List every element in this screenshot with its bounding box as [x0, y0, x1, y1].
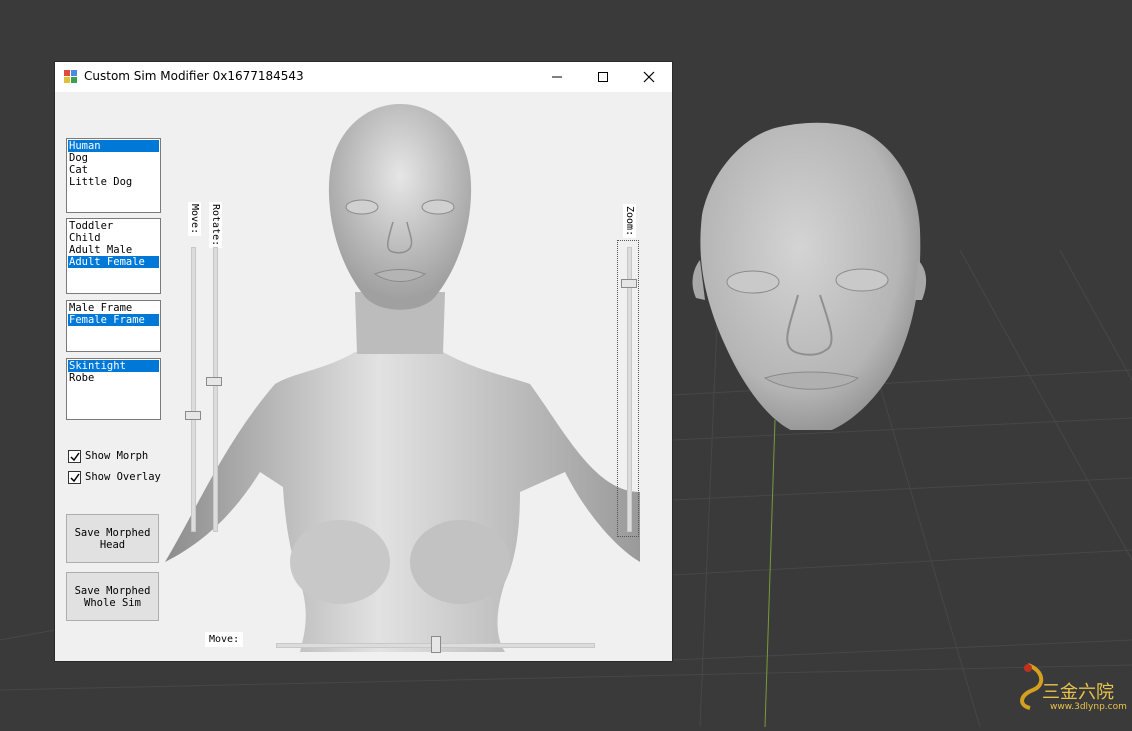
title-bar[interactable]: Custom Sim Modifier 0x1677184543 — [55, 62, 672, 92]
list-item[interactable]: Human — [68, 140, 159, 152]
app-window: Custom Sim Modifier 0x1677184543 Human D… — [55, 62, 672, 661]
move-horizontal-thumb[interactable] — [431, 636, 441, 653]
clothing-list[interactable]: Skintight Robe — [66, 358, 161, 420]
maximize-button[interactable] — [580, 62, 626, 92]
window-title: Custom Sim Modifier 0x1677184543 — [84, 69, 304, 83]
move-horizontal-label: Move: — [205, 632, 244, 647]
checkmark-icon — [70, 452, 80, 462]
close-icon — [643, 71, 655, 83]
list-item[interactable]: Toddler — [68, 220, 159, 232]
list-item[interactable]: Cat — [68, 164, 159, 176]
save-morphed-whole-sim-button[interactable]: Save Morphed Whole Sim — [66, 572, 159, 621]
list-item[interactable]: Child — [68, 232, 159, 244]
frame-list[interactable]: Male Frame Female Frame — [66, 300, 161, 352]
app-icon — [64, 70, 77, 83]
head-model — [692, 122, 927, 430]
maximize-icon — [598, 72, 608, 82]
checkmark-icon — [70, 473, 80, 483]
save-morphed-head-button[interactable]: Save Morphed Head — [66, 514, 159, 563]
zoom-thumb[interactable] — [621, 279, 637, 288]
watermark: 三金六院 www.3dlynp.com — [1008, 660, 1128, 720]
list-item[interactable]: Dog — [68, 152, 159, 164]
list-item[interactable]: Female Frame — [68, 314, 159, 326]
rotate-thumb[interactable] — [206, 377, 222, 386]
show-morph-label: Show Morph — [85, 450, 149, 462]
minimize-icon — [552, 76, 562, 78]
watermark-url: www.3dlynp.com — [1050, 702, 1127, 712]
list-item[interactable]: Male Frame — [68, 302, 159, 314]
list-item[interactable]: Robe — [68, 372, 159, 384]
move-vertical-thumb[interactable] — [185, 411, 201, 420]
age-list[interactable]: Toddler Child Adult Male Adult Female — [66, 218, 161, 294]
body-model-preview[interactable] — [165, 92, 640, 652]
close-button[interactable] — [626, 62, 672, 92]
species-list[interactable]: Human Dog Cat Little Dog — [66, 138, 161, 213]
rotate-label: Rotate: — [209, 202, 222, 249]
client-area: Human Dog Cat Little Dog Toddler Child A… — [55, 92, 672, 661]
move-vertical-track[interactable] — [191, 247, 196, 532]
zoom-label: Zoom: — [623, 204, 636, 239]
rotate-track[interactable] — [213, 247, 218, 532]
show-overlay-label: Show Overlay — [85, 471, 161, 483]
list-item[interactable]: Skintight — [68, 360, 159, 372]
list-item[interactable]: Adult Male — [68, 244, 159, 256]
minimize-button[interactable] — [534, 62, 580, 92]
watermark-text: 三金六院 — [1042, 682, 1114, 703]
zoom-track[interactable] — [627, 247, 632, 532]
list-item[interactable]: Little Dog — [68, 176, 159, 188]
list-item[interactable]: Adult Female — [68, 256, 159, 268]
move-vertical-label: Move: — [188, 202, 201, 237]
